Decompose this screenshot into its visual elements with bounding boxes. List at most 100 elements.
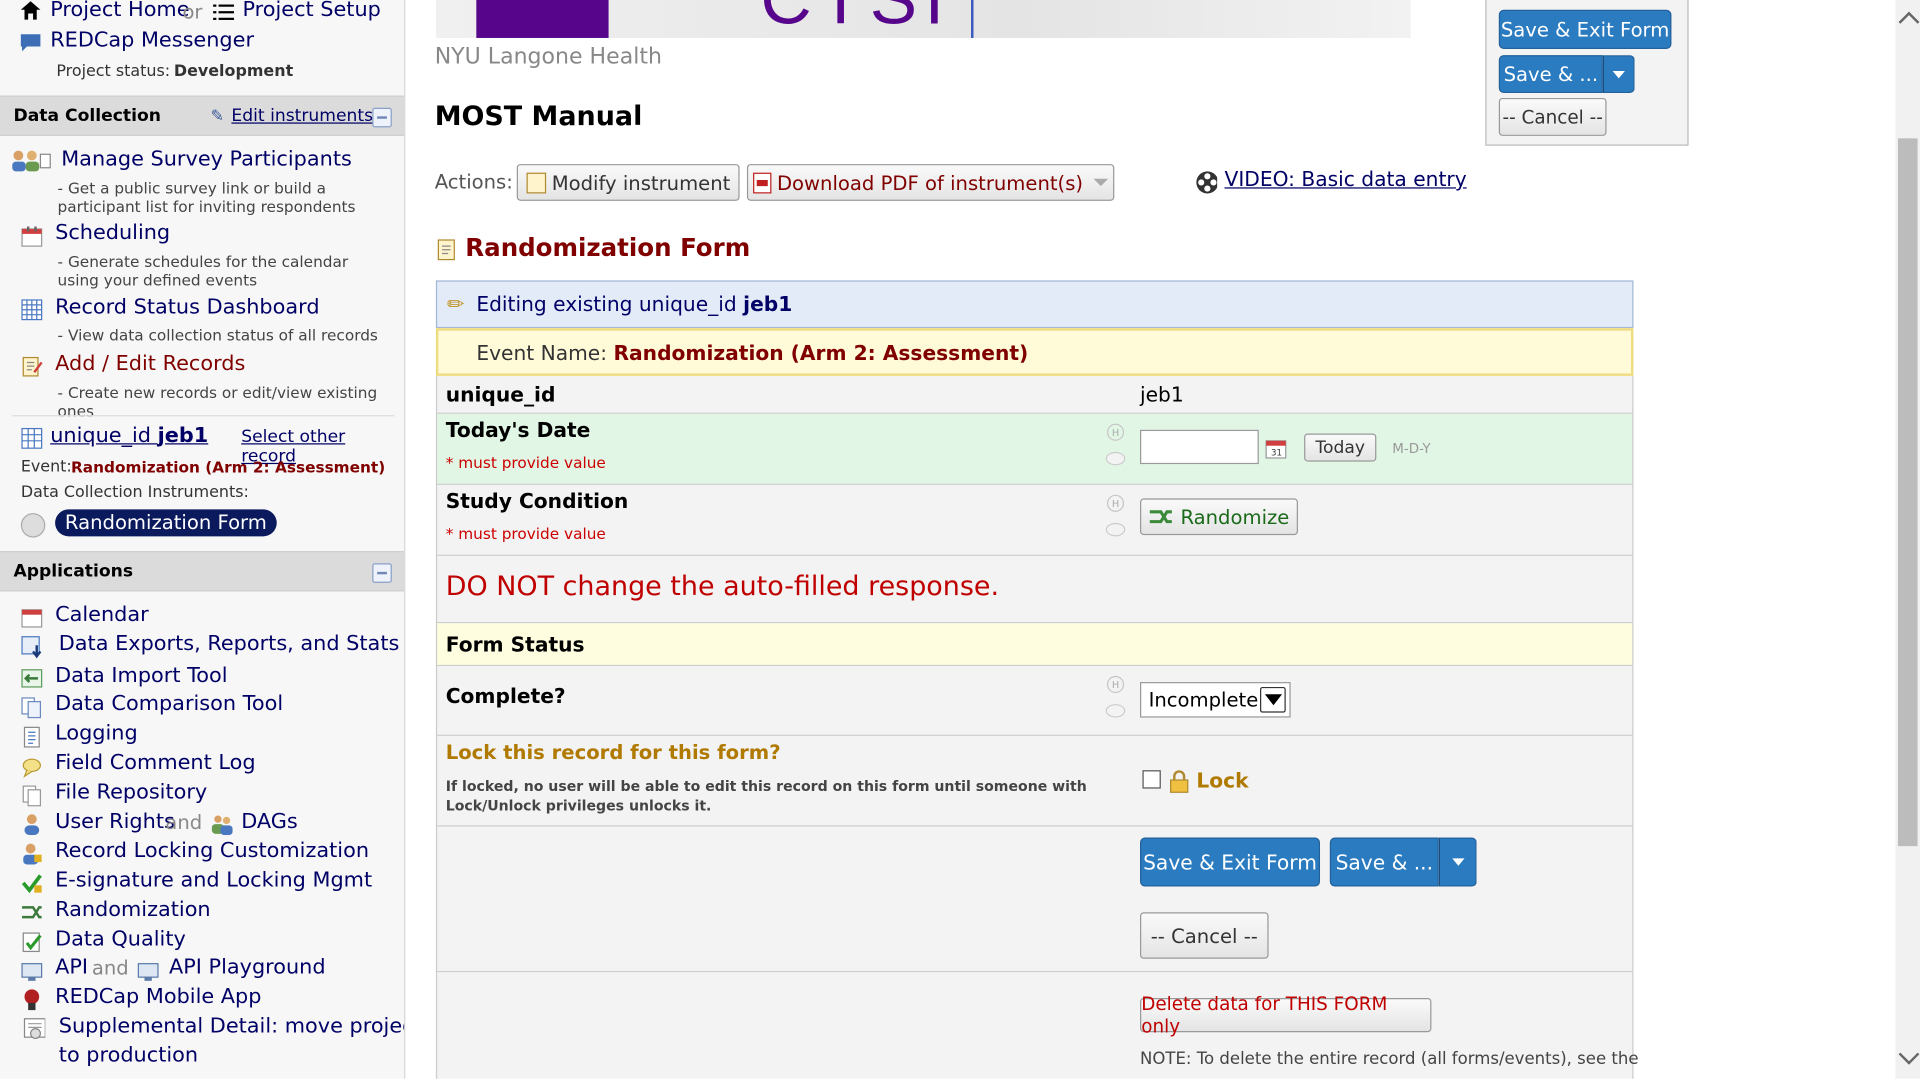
save-exit-form-button[interactable]: Save & Exit Form (1140, 837, 1321, 887)
warning-row: DO NOT change the auto-filled response. (435, 555, 1634, 624)
complete-select[interactable]: Incomplete (1140, 682, 1291, 718)
today-button[interactable]: Today (1304, 433, 1377, 462)
data-comparison-link[interactable]: Data Comparison Tool (55, 692, 283, 716)
modify-icon (525, 172, 546, 193)
save-dropdown-button[interactable] (1438, 837, 1477, 887)
history-icon[interactable]: H (1106, 675, 1125, 694)
form-status-header: Form Status (445, 633, 585, 657)
cancel-button[interactable]: -- Cancel -- (1140, 912, 1269, 959)
add-edit-records-link[interactable]: Add / Edit Records (55, 351, 245, 375)
mobile-app-icon (21, 988, 43, 1011)
randomization-link[interactable]: Randomization (55, 898, 211, 922)
video-basic-data-entry-link[interactable]: VIDEO: Basic data entry (1225, 168, 1467, 191)
comment-bubble-icon[interactable] (1105, 522, 1126, 537)
floating-cancel-button[interactable]: -- Cancel -- (1498, 97, 1607, 136)
form-status-circle-icon (20, 513, 46, 538)
esignature-link[interactable]: E-signature and Locking Mgmt (55, 868, 372, 892)
warning-text: DO NOT change the auto-filled response. (445, 571, 1000, 603)
api-playground-link[interactable]: API Playground (169, 955, 326, 979)
randomize-label: Randomize (1180, 505, 1290, 529)
project-setup-link[interactable]: Project Setup (242, 0, 380, 22)
or-text: or (182, 0, 203, 24)
floating-save-dropdown-button[interactable] (1602, 55, 1635, 94)
comment-bubble-icon[interactable] (1105, 704, 1126, 718)
messenger-link[interactable]: REDCap Messenger (50, 28, 254, 52)
project-status-label: Project status: (56, 62, 171, 81)
scrollbar[interactable] (1895, 0, 1920, 1079)
todays-date-required: * must provide value (445, 453, 606, 472)
scheduling-link[interactable]: Scheduling (55, 220, 170, 244)
actions-label: Actions: (434, 170, 513, 194)
record-status-dashboard-desc: - View data collection status of all rec… (57, 325, 378, 345)
floating-save-panel: Save & Exit Form Save & ... -- Cancel -- (1485, 0, 1689, 146)
mobile-app-link[interactable]: REDCap Mobile App (55, 984, 261, 1008)
logo-text: CTSI (760, 0, 951, 38)
file-repository-link[interactable]: File Repository (55, 780, 207, 804)
modify-instrument-button[interactable]: Modify instrument (516, 164, 740, 201)
form-icon (436, 239, 458, 261)
floating-save-exit-button[interactable]: Save & Exit Form (1498, 9, 1672, 49)
survey-participants-icon (10, 149, 52, 172)
pencil-edit-icon: ✏ (446, 292, 465, 318)
collapse-data-collection-button[interactable] (372, 107, 392, 128)
and-text: and (165, 810, 203, 834)
lock-row: Lock this record for this form? If locke… (435, 735, 1634, 827)
api-playground-icon (137, 960, 159, 982)
logo-banner: CTSI (435, 0, 1411, 38)
field-comment-log-link[interactable]: Field Comment Log (55, 751, 255, 775)
and-text-2: and (91, 956, 129, 980)
comment-icon (21, 756, 43, 778)
manage-survey-participants-link[interactable]: Manage Survey Participants (61, 147, 352, 171)
project-home-link[interactable]: Project Home (50, 0, 189, 22)
calendar-app-icon (21, 606, 43, 628)
history-icon[interactable]: H (1106, 423, 1125, 441)
randomization-form-link[interactable]: Randomization Form (55, 509, 277, 537)
record-link[interactable]: unique_id jeb1 (50, 424, 208, 448)
supplemental-detail-link-line2[interactable]: to production (59, 1043, 198, 1067)
logo-divider (971, 0, 974, 38)
unique-id-label: unique_id (445, 383, 556, 407)
api-link[interactable]: API (55, 955, 88, 979)
manage-survey-participants-desc: - Get a public survey link or build a pa… (57, 178, 356, 216)
calendar-picker-icon[interactable]: 31 (1265, 437, 1287, 459)
lock-checkbox[interactable] (1142, 770, 1161, 789)
data-quality-link[interactable]: Data Quality (55, 927, 186, 951)
editing-text: Editing existing unique_id jeb1 (476, 293, 792, 316)
comment-bubble-icon[interactable] (1105, 451, 1126, 466)
svg-text:31: 31 (1271, 449, 1282, 459)
logging-link[interactable]: Logging (55, 721, 138, 745)
scheduling-desc: - Generate schedules for the calendar us… (57, 252, 349, 289)
film-reel-icon (1195, 171, 1218, 194)
record-status-dashboard-link[interactable]: Record Status Dashboard (55, 295, 319, 319)
user-rights-link[interactable]: User Rights (55, 809, 175, 833)
dags-link[interactable]: DAGs (241, 809, 298, 833)
collapse-applications-button[interactable] (372, 563, 392, 583)
applications-header: Applications (0, 551, 405, 592)
record-prefix: unique_id (50, 423, 151, 449)
unique-id-value: jeb1 (1140, 383, 1184, 407)
record-locking-link[interactable]: Record Locking Customization (55, 839, 369, 863)
delete-form-data-button[interactable]: Delete data for THIS FORM only (1140, 993, 1432, 1037)
delete-note: NOTE: To delete the entire record (all f… (1140, 1049, 1639, 1069)
history-icon[interactable]: H (1106, 494, 1125, 512)
todays-date-input[interactable] (1140, 429, 1259, 465)
calendar-link[interactable]: Calendar (55, 602, 149, 626)
editing-prefix: Editing existing unique_id (476, 292, 737, 316)
home-icon (20, 0, 42, 22)
scroll-down-arrow-icon[interactable] (1898, 1043, 1920, 1065)
data-exports-link[interactable]: Data Exports, Reports, and Stats (59, 632, 400, 656)
lock-label: Lock (1196, 768, 1249, 793)
edit-instruments-link[interactable]: Edit instruments (231, 107, 373, 127)
supplemental-detail-link[interactable]: Supplemental Detail: move project (59, 1014, 404, 1038)
floating-save-more-button[interactable]: Save & ... (1498, 55, 1603, 94)
file-repository-icon (21, 785, 43, 807)
api-icon (21, 960, 43, 982)
download-pdf-button[interactable]: Download PDF of instrument(s) (746, 164, 1115, 201)
save-more-button[interactable]: Save & ... (1329, 837, 1439, 887)
logging-icon (21, 726, 43, 748)
data-import-link[interactable]: Data Import Tool (55, 664, 227, 688)
scroll-up-arrow-icon[interactable] (1898, 11, 1920, 33)
randomize-button[interactable]: Randomize (1140, 498, 1298, 536)
record-locking-icon (21, 842, 43, 865)
scrollbar-thumb[interactable] (1897, 138, 1918, 847)
